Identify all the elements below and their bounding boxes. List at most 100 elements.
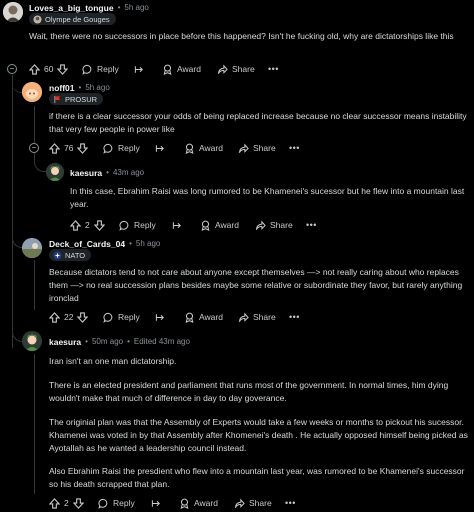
avatar-portrait-icon bbox=[3, 2, 23, 22]
comment-bubble-icon bbox=[103, 312, 113, 323]
author-name[interactable]: noff01 bbox=[49, 83, 75, 93]
award-label: Award bbox=[199, 312, 223, 322]
share-arrow-icon bbox=[151, 499, 160, 507]
upvote-icon[interactable] bbox=[49, 142, 60, 154]
share-button[interactable]: Share bbox=[255, 218, 293, 232]
comment-bubble-icon bbox=[82, 64, 92, 75]
downvote-icon[interactable] bbox=[72, 497, 84, 509]
collapse-button[interactable]: − bbox=[7, 64, 17, 74]
downvote-icon[interactable] bbox=[77, 311, 89, 323]
share-button[interactable]: Share bbox=[238, 310, 276, 324]
comment-header: Loves_a_big_tongue • 5h ago bbox=[29, 2, 149, 13]
collapse-button[interactable]: − bbox=[29, 143, 39, 153]
more-options-button[interactable]: ••• bbox=[268, 62, 279, 76]
share-icon bbox=[238, 142, 249, 153]
author-name[interactable]: Deck_of_Cards_04 bbox=[49, 239, 125, 249]
thread-branch-kaesura-1 bbox=[34, 152, 46, 172]
comment-actions: − 60 Reply Award Share ••• bbox=[0, 62, 474, 76]
award-button[interactable]: Award bbox=[200, 218, 239, 232]
reply-button[interactable]: Reply bbox=[103, 310, 140, 324]
separator-dot: • bbox=[78, 83, 82, 92]
author-name[interactable]: Loves_a_big_tongue bbox=[29, 3, 114, 13]
share-button[interactable]: Share bbox=[234, 496, 272, 510]
reply-label: Reply bbox=[113, 498, 135, 508]
separator-dot: • bbox=[129, 239, 132, 248]
author-name[interactable]: kaesura bbox=[70, 168, 102, 178]
edited-label: Edited 43m ago bbox=[133, 337, 190, 346]
share-link-button[interactable] bbox=[172, 218, 183, 232]
separator-dot: • bbox=[106, 168, 109, 177]
more-options-button[interactable]: ••• bbox=[289, 141, 300, 155]
vote-count: 2 bbox=[85, 220, 90, 230]
comment-body: In this case, Ebrahim Raisi was long rum… bbox=[70, 186, 465, 209]
share-link-button[interactable] bbox=[155, 141, 166, 155]
comment-body: Wait, there were no successors in place … bbox=[29, 31, 454, 41]
award-label: Award bbox=[199, 143, 223, 153]
comment-actions: 2 Reply Award Share ••• bbox=[0, 496, 474, 510]
more-options-button[interactable]: ••• bbox=[306, 218, 317, 232]
downvote-icon[interactable] bbox=[57, 63, 69, 75]
upvote-icon[interactable] bbox=[70, 219, 81, 231]
vote-count: 22 bbox=[64, 312, 74, 322]
timestamp: 5h ago bbox=[85, 83, 110, 92]
comment-bubble-icon bbox=[98, 498, 108, 509]
more-options-button[interactable]: ••• bbox=[289, 310, 300, 324]
author-name[interactable]: kaesura bbox=[49, 337, 81, 347]
reply-label: Reply bbox=[118, 312, 140, 322]
comment-actions: − 76 Reply Award Share ••• bbox=[0, 141, 474, 155]
share-arrow-icon bbox=[155, 313, 164, 321]
avatar[interactable] bbox=[22, 331, 42, 351]
thread-line-root bbox=[12, 75, 13, 348]
flair-star-icon bbox=[53, 250, 62, 260]
avatar[interactable] bbox=[22, 82, 42, 102]
timestamp: 5h ago bbox=[135, 239, 161, 248]
vote-count: 60 bbox=[44, 64, 54, 74]
timestamp: 5h ago bbox=[124, 3, 149, 12]
flair-text: Olympe de Gouges bbox=[45, 14, 110, 24]
reply-button[interactable]: Reply bbox=[98, 496, 135, 510]
share-arrow-icon bbox=[172, 221, 181, 229]
vote-controls: 2 bbox=[49, 496, 84, 510]
award-button[interactable]: Award bbox=[162, 62, 201, 76]
more-options-button[interactable]: ••• bbox=[285, 496, 296, 510]
upvote-icon[interactable] bbox=[29, 63, 40, 75]
share-label: Share bbox=[232, 64, 255, 74]
avatar[interactable] bbox=[3, 2, 23, 22]
thread-line-deck bbox=[34, 260, 35, 310]
avatar[interactable] bbox=[22, 238, 42, 258]
comment-header: Deck_of_Cards_04 • 5h ago bbox=[49, 238, 160, 249]
award-button[interactable]: Award bbox=[184, 310, 223, 324]
share-link-button[interactable] bbox=[151, 496, 162, 510]
reply-label: Reply bbox=[118, 143, 140, 153]
comment-header: noff01 • 5h ago bbox=[49, 82, 110, 93]
share-icon bbox=[234, 497, 245, 508]
separator-dot: • bbox=[85, 337, 88, 346]
comment-paragraph: Also Ebrahim Raisi the presdient who fle… bbox=[49, 466, 465, 489]
downvote-icon[interactable] bbox=[77, 142, 89, 154]
vote-count: 76 bbox=[64, 143, 74, 153]
award-button[interactable]: Award bbox=[184, 141, 223, 155]
reply-button[interactable]: Reply bbox=[119, 218, 156, 232]
comment-header: kaesura • 50m ago • Edited 43m ago bbox=[49, 336, 190, 347]
award-button[interactable]: Award bbox=[179, 496, 218, 510]
share-label: Share bbox=[270, 220, 293, 230]
share-button[interactable]: Share bbox=[217, 62, 255, 76]
share-icon bbox=[217, 63, 228, 74]
comment-body: if there is a clear successor your odds … bbox=[49, 111, 467, 134]
reply-button[interactable]: Reply bbox=[82, 62, 119, 76]
avatar[interactable] bbox=[46, 163, 64, 181]
vote-controls: 2 bbox=[70, 218, 105, 232]
comment-paragraph: Iran isn't an one man dictatorship. bbox=[49, 356, 177, 366]
downvote-icon[interactable] bbox=[93, 219, 105, 231]
flair-flag-icon bbox=[54, 95, 61, 103]
share-link-button[interactable] bbox=[155, 310, 166, 324]
comment-actions: 2 Reply Award Share ••• bbox=[0, 218, 474, 232]
share-button[interactable]: Share bbox=[238, 141, 276, 155]
reply-button[interactable]: Reply bbox=[103, 141, 140, 155]
flair-portrait-icon bbox=[33, 14, 42, 24]
flair-text: NATO bbox=[65, 250, 86, 260]
upvote-icon[interactable] bbox=[49, 497, 60, 509]
upvote-icon[interactable] bbox=[49, 311, 60, 323]
award-icon bbox=[201, 220, 210, 231]
share-link-button[interactable] bbox=[134, 62, 145, 76]
